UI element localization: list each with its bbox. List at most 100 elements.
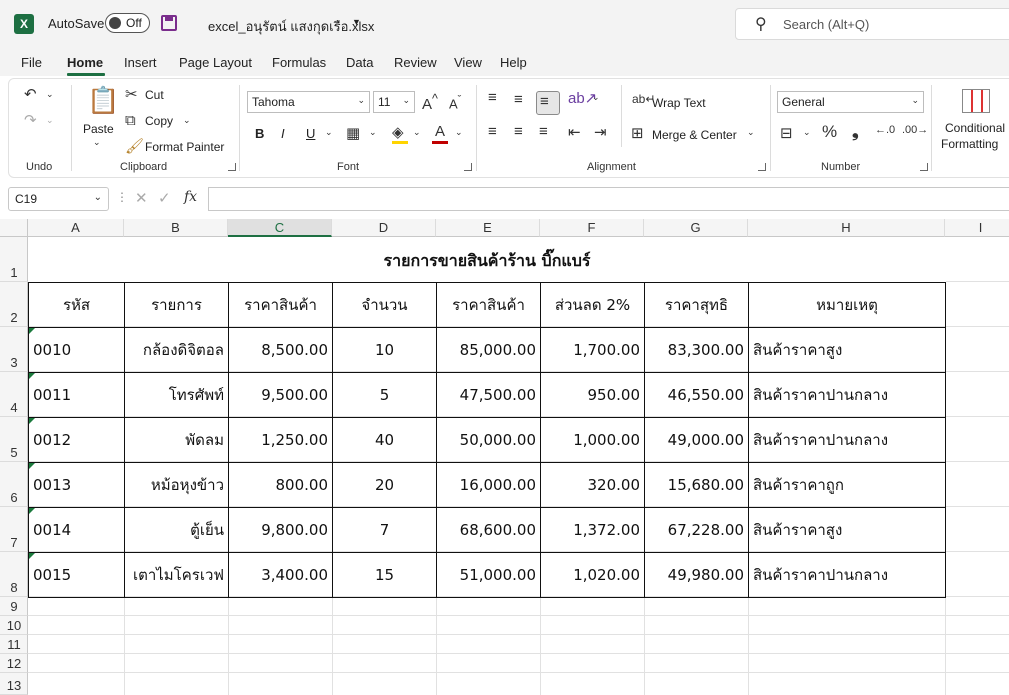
cell-total[interactable]: 47,500.00 [437,373,541,418]
redo-icon[interactable]: ↷ [24,111,37,129]
number-format-select[interactable]: General ⌄ [777,91,924,113]
name-box[interactable]: C19 ⌄ [8,187,109,211]
undo-icon[interactable]: ↶ [24,85,37,103]
row-header[interactable]: 7 [0,507,28,552]
number-dialog-launcher[interactable] [920,163,928,171]
font-name-select[interactable]: Tahoma ⌄ [247,91,370,113]
align-top-icon[interactable]: ≡ [488,89,497,106]
cell-total[interactable]: 85,000.00 [437,328,541,373]
cell-item[interactable]: ตู้เย็น [125,508,229,553]
merge-center-icon[interactable]: ⊞ [631,124,644,142]
conditional-formatting-icon[interactable] [962,89,990,113]
cell-qty[interactable]: 15 [333,553,437,598]
tab-data[interactable]: Data [346,55,373,70]
cell-note[interactable]: สินค้าราคาปานกลาง [749,553,946,598]
align-left-icon[interactable]: ≡ [488,123,497,140]
cell-discount[interactable]: 950.00 [541,373,645,418]
select-all-corner[interactable] [0,219,28,237]
align-center-icon[interactable]: ≡ [514,123,523,140]
cell-note[interactable]: สินค้าราคาสูง [749,508,946,553]
insert-function-icon[interactable]: fx [184,189,197,205]
column-header-b[interactable]: B [124,219,228,237]
cell-qty[interactable]: 20 [333,463,437,508]
row-header[interactable]: 12 [0,654,28,673]
row-header[interactable]: 6 [0,462,28,507]
row-header[interactable]: 11 [0,635,28,654]
borders-icon[interactable]: ▦ [346,124,360,142]
row-header[interactable]: 2 [0,282,28,327]
cell-qty[interactable]: 5 [333,373,437,418]
cell-total[interactable]: 50,000.00 [437,418,541,463]
cell-total[interactable]: 51,000.00 [437,553,541,598]
cell-discount[interactable]: 1,372.00 [541,508,645,553]
alignment-dialog-launcher[interactable] [758,163,766,171]
cell-code[interactable]: 0013 [29,463,125,508]
chevron-down-icon[interactable]: ⌄ [93,137,101,148]
cell-net[interactable]: 49,980.00 [645,553,749,598]
row-header[interactable]: 1 [0,237,28,282]
paste-button[interactable]: Paste [83,122,114,136]
tab-home[interactable]: Home [67,55,103,70]
tab-file[interactable]: File [21,55,42,70]
font-size-select[interactable]: 11 ⌄ [373,91,415,113]
align-middle-icon[interactable]: ≡ [514,91,523,108]
cell-item[interactable]: โทรศัพท์ [125,373,229,418]
cell-code[interactable]: 0011 [29,373,125,418]
tab-insert[interactable]: Insert [124,55,157,70]
copy-button[interactable]: Copy [145,114,173,128]
header-cell[interactable]: ส่วนลด 2% [541,283,645,328]
italic-button[interactable]: I [281,126,285,141]
underline-button[interactable]: U [306,126,315,141]
decrease-decimal-icon[interactable]: .00→ [902,124,928,136]
accounting-format-icon[interactable]: ⊟ [780,124,793,142]
cell-net[interactable]: 67,228.00 [645,508,749,553]
cell-item[interactable]: พัดลม [125,418,229,463]
column-header-d[interactable]: D [332,219,436,237]
cell-price[interactable]: 9,500.00 [229,373,333,418]
more-options-icon[interactable]: ⋮ [116,190,128,204]
decrease-font-size-icon[interactable]: Aˇ [449,94,461,111]
row-header[interactable]: 8 [0,552,28,597]
cell-item[interactable]: เตาไมโครเวฟ [125,553,229,598]
cell-discount[interactable]: 1,020.00 [541,553,645,598]
comma-style-icon[interactable]: ❟ [852,122,859,142]
font-dialog-launcher[interactable] [464,163,472,171]
fill-color-icon[interactable]: ◈ [392,123,404,141]
header-cell[interactable]: รายการ [125,283,229,328]
header-cell[interactable]: รหัส [29,283,125,328]
column-header-i[interactable]: I [945,219,1009,237]
cell-price[interactable]: 3,400.00 [229,553,333,598]
copy-icon[interactable]: ⧉ [125,112,136,129]
cell-item[interactable]: หม้อหุงข้าว [125,463,229,508]
tab-view[interactable]: View [454,55,482,70]
increase-font-size-icon[interactable]: A^ [422,92,438,113]
cell-note[interactable]: สินค้าราคาถูก [749,463,946,508]
tab-help[interactable]: Help [500,55,527,70]
cell-net[interactable]: 46,550.00 [645,373,749,418]
cell-note[interactable]: สินค้าราคาสูง [749,328,946,373]
decrease-indent-icon[interactable]: ⇤ [568,123,581,141]
row-header[interactable]: 4 [0,372,28,417]
merge-center-button[interactable]: Merge & Center [652,128,737,142]
cancel-icon[interactable]: ✕ [135,189,148,207]
cell-price[interactable]: 8,500.00 [229,328,333,373]
chevron-down-icon[interactable]: ⌄ [592,92,600,103]
enter-icon[interactable]: ✓ [158,189,171,207]
row-header[interactable]: 5 [0,417,28,462]
cell-net[interactable]: 49,000.00 [645,418,749,463]
bold-button[interactable]: B [255,126,264,141]
format-painter-icon[interactable]: 🖌 [125,137,144,155]
header-cell[interactable]: ราคาสุทธิ [645,283,749,328]
column-header-e[interactable]: E [436,219,540,237]
tab-page-layout[interactable]: Page Layout [179,55,252,70]
increase-decimal-icon[interactable]: ←.0 [875,124,895,136]
cell-price[interactable]: 800.00 [229,463,333,508]
tab-review[interactable]: Review [394,55,437,70]
paste-icon[interactable]: 📋 [87,85,119,116]
chevron-down-icon[interactable]: ⌄ [803,127,811,138]
cell-code[interactable]: 0014 [29,508,125,553]
cell-code[interactable]: 0015 [29,553,125,598]
chevron-down-icon[interactable]: ⌄ [369,127,377,138]
column-header-a[interactable]: A [28,219,124,237]
search-box[interactable]: ⚲ Search (Alt+Q) [735,8,1009,40]
